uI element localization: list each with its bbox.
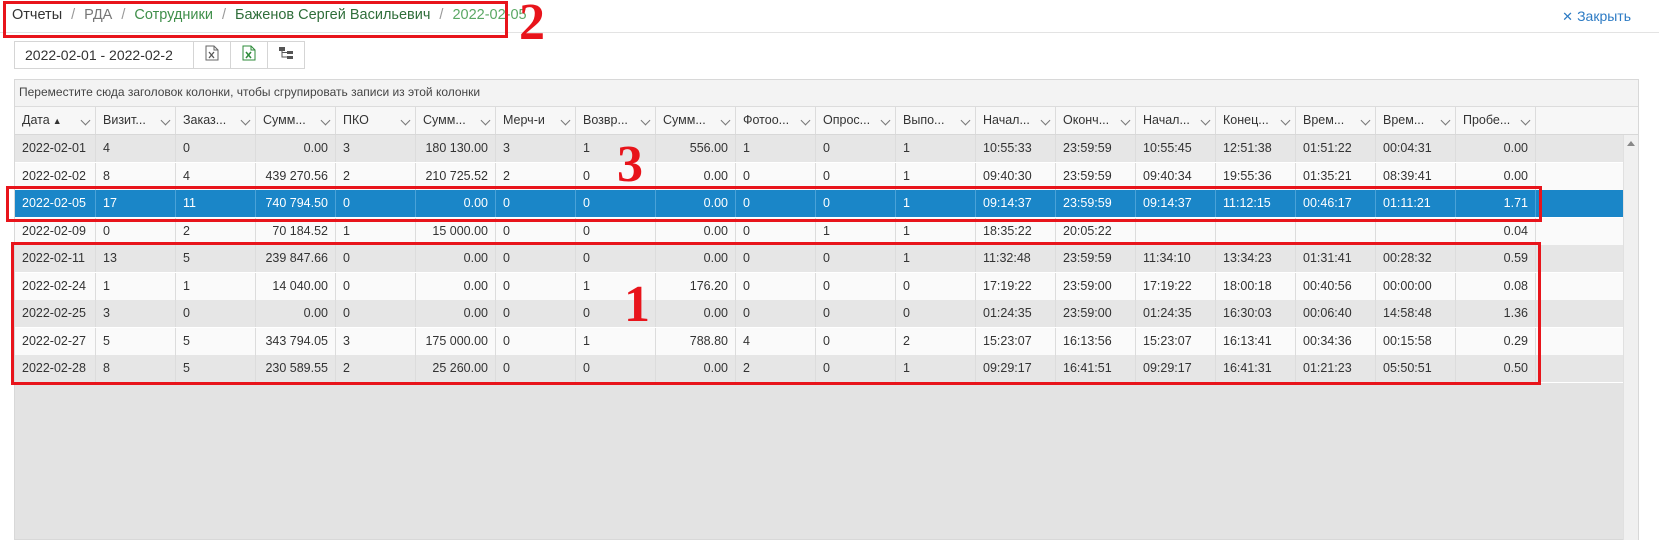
export-excel-green-icon: [242, 45, 256, 66]
export-excel-button[interactable]: [193, 41, 231, 69]
table-cell: 556.00: [656, 135, 736, 162]
column-header-label: Сумм...: [263, 113, 306, 127]
annotation-label-3: 3: [617, 136, 643, 193]
table-cell: 01:51:22: [1296, 135, 1376, 162]
table-cell: 0.00: [256, 135, 336, 162]
table-cell: 0: [176, 135, 256, 162]
export-excel-icon: [205, 45, 219, 66]
annotation-box-3: [6, 186, 1542, 222]
column-header-6[interactable]: Мерч-и: [496, 107, 576, 134]
column-menu-chevron-icon[interactable]: [400, 115, 411, 126]
column-header-14[interactable]: Начал...: [1136, 107, 1216, 134]
table-cell: 10:55:45: [1136, 135, 1216, 162]
column-header-label: Фотоо...: [743, 113, 790, 127]
vertical-scrollbar[interactable]: [1623, 135, 1638, 540]
column-header-18[interactable]: Пробе...: [1456, 107, 1536, 134]
grid-header: Дата ▲ Визит... Заказ... Сумм... ПКО Сумм... Ме…: [15, 107, 1638, 135]
table-cell: 4: [96, 135, 176, 162]
column-header-label: Конец...: [1223, 113, 1269, 127]
column-header-label: Опрос...: [823, 113, 871, 127]
table-row[interactable]: 2022-02-01 4 0 0.00 3 180 130.00 3 1 556.00 1 0 1 10…: [15, 135, 1624, 163]
column-header-label: Врем...: [1303, 113, 1345, 127]
column-menu-chevron-icon[interactable]: [160, 115, 171, 126]
column-header-label: Пробе...: [1463, 113, 1511, 127]
column-header-5[interactable]: Сумм...: [416, 107, 496, 134]
table-cell: 0.00: [1456, 135, 1536, 162]
table-cell: 12:51:38: [1216, 135, 1296, 162]
column-header-label: Сумм...: [663, 113, 706, 127]
grid-empty-area: [15, 382, 1624, 513]
column-menu-chevron-icon[interactable]: [1120, 115, 1131, 126]
scroll-up-icon[interactable]: [1627, 141, 1635, 146]
column-header-label: Возвр...: [583, 113, 628, 127]
column-header-label: Начал...: [1143, 113, 1190, 127]
column-menu-chevron-icon[interactable]: [80, 115, 91, 126]
column-menu-chevron-icon[interactable]: [1360, 115, 1371, 126]
table-cell: 3: [336, 135, 416, 162]
column-menu-chevron-icon[interactable]: [960, 115, 971, 126]
column-menu-chevron-icon[interactable]: [1520, 115, 1531, 126]
column-menu-chevron-icon[interactable]: [720, 115, 731, 126]
column-menu-chevron-icon[interactable]: [1280, 115, 1291, 126]
group-panel[interactable]: Переместите сюда заголовок колонки, чтоб…: [15, 80, 1638, 107]
column-header-7[interactable]: Возвр...: [576, 107, 656, 134]
column-menu-chevron-icon[interactable]: [320, 115, 331, 126]
annotation-box-1: [11, 242, 1541, 385]
column-header-label: ПКО: [343, 113, 369, 127]
table-cell: 1: [576, 135, 656, 162]
column-header-12[interactable]: Начал...: [976, 107, 1056, 134]
column-header-label: Визит...: [103, 113, 146, 127]
annotation-box-2: [3, 1, 508, 38]
table-cell: 1: [896, 135, 976, 162]
sort-ascending-icon: ▲: [52, 116, 62, 126]
column-menu-chevron-icon[interactable]: [560, 115, 571, 126]
table-cell: 180 130.00: [416, 135, 496, 162]
column-menu-chevron-icon[interactable]: [1200, 115, 1211, 126]
hierarchy-button[interactable]: [267, 41, 305, 69]
close-label: Закрыть: [1577, 8, 1631, 24]
column-header-1[interactable]: Визит...: [96, 107, 176, 134]
date-range-picker[interactable]: 2022-02-01 - 2022-02-2: [14, 41, 194, 69]
column-menu-chevron-icon[interactable]: [1440, 115, 1451, 126]
column-header-17[interactable]: Врем...: [1376, 107, 1456, 134]
column-header-16[interactable]: Врем...: [1296, 107, 1376, 134]
close-icon: ✕: [1562, 9, 1574, 24]
close-button[interactable]: ✕ Закрыть: [1562, 8, 1631, 25]
column-menu-chevron-icon[interactable]: [1040, 115, 1051, 126]
column-menu-chevron-icon[interactable]: [480, 115, 491, 126]
column-header-label: Врем...: [1383, 113, 1425, 127]
annotation-label-2: 2: [519, 0, 545, 51]
column-header-label: Заказ...: [183, 113, 227, 127]
column-header-3[interactable]: Сумм...: [256, 107, 336, 134]
column-header-label: Начал...: [983, 113, 1030, 127]
column-header-10[interactable]: Опрос...: [816, 107, 896, 134]
column-header-label: Выпо...: [903, 113, 945, 127]
table-cell: 10:55:33: [976, 135, 1056, 162]
column-menu-chevron-icon[interactable]: [880, 115, 891, 126]
column-menu-chevron-icon[interactable]: [640, 115, 651, 126]
table-cell: 0: [816, 135, 896, 162]
column-header-13[interactable]: Оконч...: [1056, 107, 1136, 134]
table-cell: 23:59:59: [1056, 135, 1136, 162]
column-header-label: Дата: [22, 113, 50, 127]
column-header-0[interactable]: Дата ▲: [15, 107, 96, 134]
column-header-label: Сумм...: [423, 113, 466, 127]
column-header-2[interactable]: Заказ...: [176, 107, 256, 134]
table-cell: 00:04:31: [1376, 135, 1456, 162]
column-menu-chevron-icon[interactable]: [240, 115, 251, 126]
column-header-label: Оконч...: [1063, 113, 1110, 127]
column-header-9[interactable]: Фотоо...: [736, 107, 816, 134]
export-excel-green-button[interactable]: [230, 41, 268, 69]
column-header-4[interactable]: ПКО: [336, 107, 416, 134]
column-header-11[interactable]: Выпо...: [896, 107, 976, 134]
column-header-8[interactable]: Сумм...: [656, 107, 736, 134]
table-cell: 3: [496, 135, 576, 162]
column-header-15[interactable]: Конец...: [1216, 107, 1296, 134]
column-header-label: Мерч-и: [503, 113, 545, 127]
table-cell: 2022-02-01: [15, 135, 96, 162]
hierarchy-icon: [278, 46, 294, 65]
column-menu-chevron-icon[interactable]: [800, 115, 811, 126]
table-cell: 1: [736, 135, 816, 162]
annotation-label-1: 1: [624, 276, 650, 333]
